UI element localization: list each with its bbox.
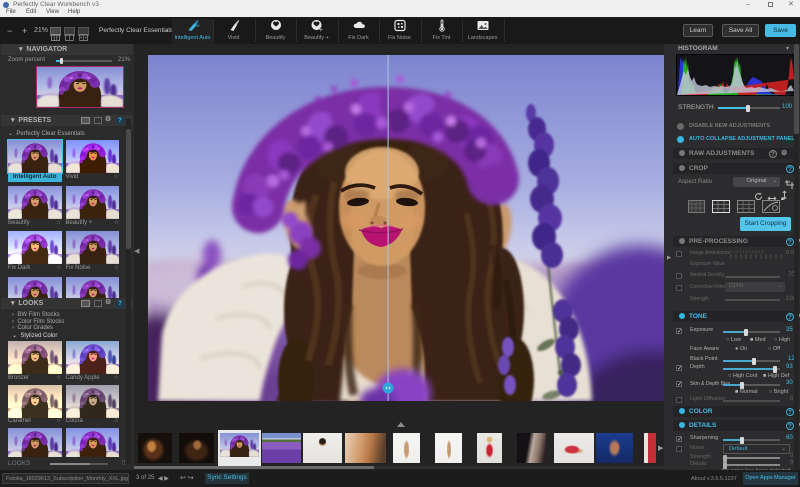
svg-text:HD: HD [195,23,199,28]
svg-text:+: + [319,28,323,32]
svg-text:54321012345: 54321012345 [730,250,765,254]
